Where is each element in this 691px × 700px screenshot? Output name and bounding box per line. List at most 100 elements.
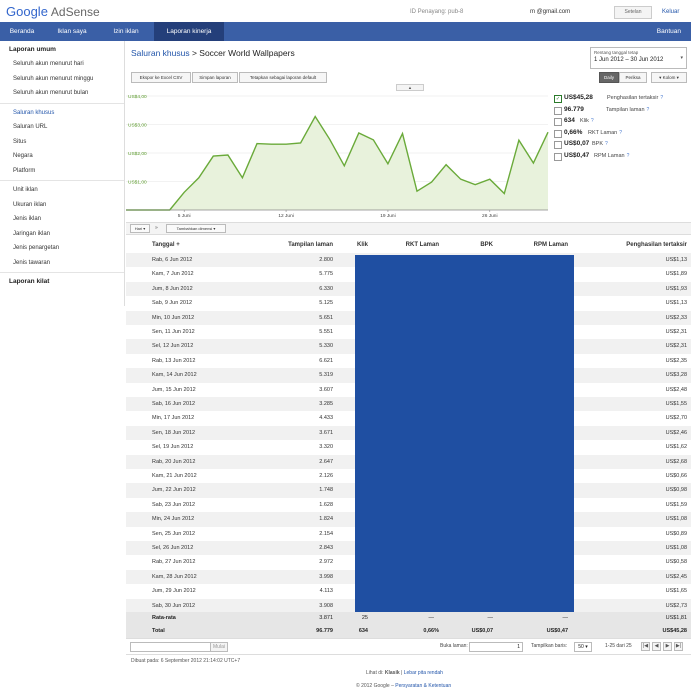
average-pageviews: 3.871 bbox=[319, 615, 333, 621]
metric-checkbox[interactable] bbox=[554, 141, 562, 149]
help-icon[interactable]: ? bbox=[627, 153, 630, 159]
save-report-button[interactable]: Simpan laporan bbox=[192, 72, 238, 83]
sidebar-divider bbox=[0, 272, 124, 273]
help-icon[interactable]: ? bbox=[660, 95, 663, 101]
metric-checkbox[interactable] bbox=[554, 118, 562, 126]
metric-label: RKT Laman? bbox=[588, 130, 622, 136]
adsense-logo[interactable]: Google AdSense bbox=[6, 4, 100, 19]
column-header-rpm[interactable]: RPM Laman bbox=[534, 242, 568, 248]
goto-page-input[interactable]: 1 bbox=[469, 642, 523, 652]
cell-earnings: US$1,08 bbox=[665, 516, 687, 523]
sidebar-item-ad-units[interactable]: Unit iklan bbox=[0, 183, 124, 198]
table-filter-input[interactable] bbox=[130, 642, 212, 652]
help-icon[interactable]: ? bbox=[605, 141, 608, 147]
logout-link[interactable]: Keluar bbox=[662, 9, 679, 15]
cell-earnings: US$2,46 bbox=[665, 429, 687, 436]
sidebar-item-url-channels[interactable]: Saluran URL bbox=[0, 120, 124, 135]
help-icon[interactable]: ? bbox=[591, 118, 594, 124]
column-header-date[interactable]: Tanggal + bbox=[152, 242, 180, 248]
metric-row[interactable]: 634 Klik? bbox=[554, 117, 689, 129]
metric-value: US$0,07 bbox=[564, 140, 590, 147]
total-ctr: 0,66% bbox=[423, 628, 439, 634]
tab-allow-ads[interactable]: Izin iklan bbox=[100, 22, 152, 41]
first-page-icon[interactable]: |◀ bbox=[641, 642, 650, 651]
google-logo-text: Google bbox=[6, 4, 48, 19]
add-dimension-dropdown[interactable]: Tambahkan dimensi ▾ bbox=[166, 224, 226, 233]
settings-button[interactable]: Setelan bbox=[614, 6, 652, 19]
cell-earnings: US$1,89 bbox=[665, 271, 687, 278]
cell-earnings: US$2,35 bbox=[665, 357, 687, 364]
help-link[interactable]: Bantuan bbox=[657, 22, 681, 41]
column-header-earnings[interactable]: Penghasilan tertaksir bbox=[626, 242, 687, 248]
compare-button[interactable]: Periksa bbox=[619, 72, 647, 83]
cell-pageviews: 3.320 bbox=[319, 444, 333, 451]
redacted-columns-block bbox=[355, 255, 574, 612]
rows-per-page-select[interactable]: 50 ▾ bbox=[574, 642, 592, 652]
total-label: Total bbox=[152, 628, 165, 634]
sidebar-item-by-month[interactable]: Seluruh akun menurut bulan bbox=[0, 86, 124, 101]
terms-link[interactable]: Persyaratan & Ketentuan bbox=[395, 683, 451, 689]
tab-my-ads[interactable]: Iklan saya bbox=[46, 22, 98, 41]
sidebar-item-ad-networks[interactable]: Jaringan iklan bbox=[0, 227, 124, 242]
dimension-day-dropdown[interactable]: Hari ▾ bbox=[130, 224, 150, 233]
metric-row[interactable]: US$0,47 RPM Laman? bbox=[554, 152, 689, 164]
sidebar-item-by-week[interactable]: Seluruh akun menurut minggu bbox=[0, 72, 124, 87]
cell-pageviews: 1.628 bbox=[319, 501, 333, 508]
column-header-pageviews[interactable]: Tampilan laman bbox=[288, 242, 333, 248]
metric-row[interactable]: 96.779 Tampilan laman? bbox=[554, 106, 689, 118]
column-header-clicks[interactable]: Klik bbox=[357, 242, 368, 248]
metric-row[interactable]: ✓ US$45,28 Penghasilan tertaksir? bbox=[554, 94, 689, 106]
metric-checkbox[interactable] bbox=[554, 106, 562, 115]
sidebar-quick-reports-title[interactable]: Laporan kilat bbox=[0, 275, 124, 289]
help-icon[interactable]: ? bbox=[647, 107, 650, 113]
breadcrumb-parent-link[interactable]: Saluran khusus bbox=[131, 48, 190, 58]
sidebar-item-targeting-types[interactable]: Jenis penargetan bbox=[0, 241, 124, 256]
cell-date: Sab, 30 Jun 2012 bbox=[152, 602, 196, 609]
cell-date: Kam, 21 Jun 2012 bbox=[152, 473, 197, 479]
total-cpc: US$0,07 bbox=[471, 628, 493, 634]
cell-pageviews: 1.824 bbox=[319, 516, 333, 523]
cell-date: Sel, 12 Jun 2012 bbox=[152, 343, 194, 350]
filter-go-button[interactable]: Mulai bbox=[210, 642, 228, 652]
sidebar-divider bbox=[0, 180, 124, 181]
metric-checkbox[interactable] bbox=[554, 152, 562, 161]
date-range-picker[interactable]: Rentang tanggal tetap 1 Jun 2012 – 30 Ju… bbox=[590, 47, 687, 69]
metric-checkbox[interactable] bbox=[554, 129, 562, 138]
prev-page-icon[interactable]: ◀ bbox=[652, 642, 661, 651]
breadcrumb-separator: > bbox=[189, 48, 200, 58]
metric-row[interactable]: US$0,07 BPK? bbox=[554, 140, 689, 152]
sidebar-item-platforms[interactable]: Platform bbox=[0, 164, 124, 179]
metric-row[interactable]: 0,66% RKT Laman? bbox=[554, 129, 689, 141]
set-default-report-button[interactable]: Tetapkan sebagai laporan default bbox=[239, 72, 327, 83]
next-page-icon[interactable]: ▶ bbox=[663, 642, 672, 651]
daily-toggle-button[interactable]: Daily bbox=[599, 72, 619, 83]
cell-earnings: US$2,68 bbox=[665, 458, 687, 465]
low-bandwidth-link[interactable]: Lebar pita rendah bbox=[404, 670, 443, 676]
column-header-cpc[interactable]: BPK bbox=[480, 242, 493, 248]
sidebar-item-custom-channels[interactable]: Saluran khusus bbox=[0, 106, 124, 121]
sidebar-item-by-day[interactable]: Seluruh akun menurut hari bbox=[0, 57, 124, 72]
export-csv-button[interactable]: Ekspor ke Excel CSV bbox=[131, 72, 191, 83]
sidebar: Laporan umum Seluruh akun menurut hari S… bbox=[0, 41, 125, 306]
metric-label-text: Klik bbox=[580, 118, 589, 124]
adsense-logo-text: AdSense bbox=[50, 5, 100, 19]
sidebar-item-ad-types[interactable]: Jenis iklan bbox=[0, 212, 124, 227]
tab-home[interactable]: Beranda bbox=[0, 22, 44, 41]
dimension-filter-bar: Hari ▾ » Tambahkan dimensi ▾ bbox=[126, 222, 691, 235]
sidebar-item-bid-types[interactable]: Jenis tawaran bbox=[0, 256, 124, 271]
cell-earnings: US$1,13 bbox=[665, 300, 687, 307]
help-icon[interactable]: ? bbox=[619, 130, 622, 136]
sidebar-item-ad-sizes[interactable]: Ukuran iklan bbox=[0, 198, 124, 213]
columns-button[interactable]: ▾ Kolom ▾ bbox=[651, 72, 687, 83]
collapse-chart-handle[interactable]: ▲ bbox=[396, 84, 424, 91]
metric-value: 96.779 bbox=[564, 105, 584, 113]
earnings-chart: US$4,00 US$3,00 US$2,00 US$1,00 5 Juni 12 Jun… bbox=[126, 92, 550, 219]
sidebar-item-sites[interactable]: Situs bbox=[0, 135, 124, 150]
y-tick-label: US$2,00 bbox=[128, 151, 147, 157]
tab-performance-reports[interactable]: Laporan kinerja bbox=[154, 22, 224, 41]
last-page-icon[interactable]: ▶| bbox=[674, 642, 683, 651]
sidebar-item-countries[interactable]: Negara bbox=[0, 149, 124, 164]
metric-checkbox[interactable]: ✓ bbox=[554, 95, 562, 103]
total-row: Total 96.779 634 0,66% US$0,07 US$0,47 U… bbox=[126, 625, 691, 638]
column-header-ctr[interactable]: RKT Laman bbox=[406, 242, 439, 248]
